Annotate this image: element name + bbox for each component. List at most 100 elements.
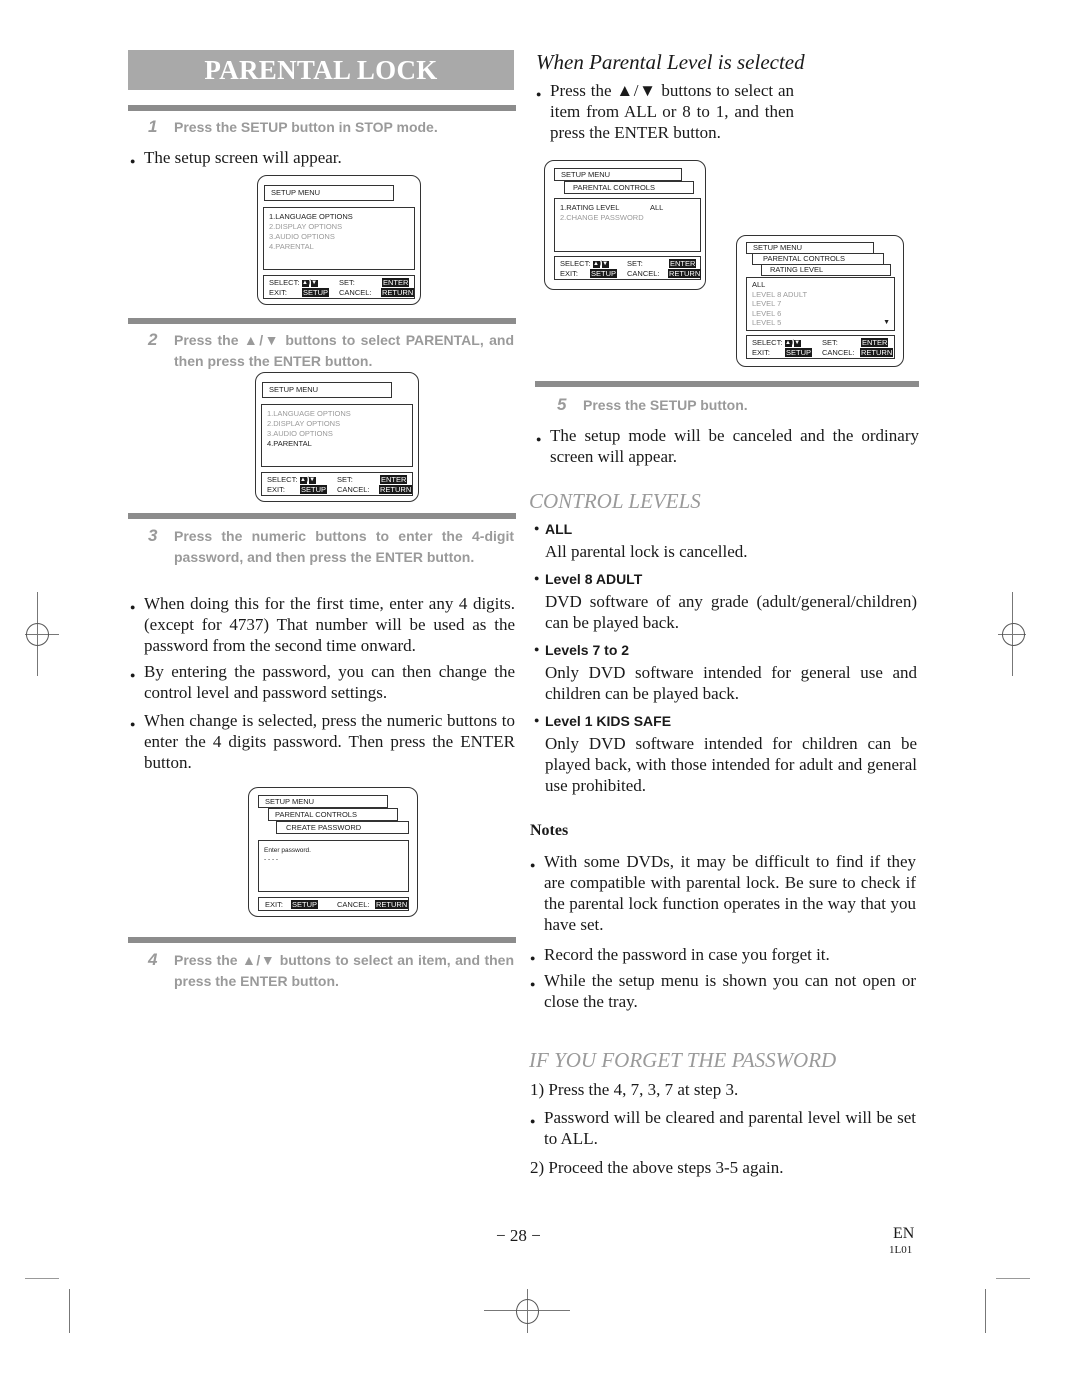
set-label: SET: (627, 259, 643, 268)
rating-value: ALL (650, 203, 664, 212)
section-divider (128, 513, 516, 519)
osd-menu-item[interactable]: 2.CHANGE PASSWORD (560, 213, 644, 223)
page-title: PARENTAL LOCK (128, 50, 514, 90)
section-divider (128, 937, 516, 943)
exit-label: EXIT: (560, 269, 578, 278)
forget-step-1: 1) Press the 4, 7, 3, 7 at step 3. (530, 1080, 739, 1099)
select-label: SELECT: (267, 475, 298, 484)
forget-step-2: 2) Proceed the above steps 3-5 again. (530, 1158, 784, 1177)
down-arrow-icon: ▼ (793, 339, 801, 347)
step-3: 3 Press the numeric buttons to enter the… (148, 525, 514, 589)
return-key: RETURN (860, 348, 894, 357)
bullet-icon: ● (534, 715, 540, 725)
osd-rating-level: SETUP MENU PARENTAL CONTROLS RATING LEVE… (736, 235, 904, 367)
osd-setup-menu-2: SETUP MENU 1.LANGUAGE OPTIONS 2.DISPLAY … (255, 372, 419, 502)
exit-label: EXIT: (269, 288, 287, 297)
osd-level-item[interactable]: ALL (752, 280, 765, 290)
bullet-icon: ● (530, 979, 536, 989)
level-description: DVD software of any grade (adult/general… (545, 592, 917, 632)
step-2: 2 Press the ▲/▼ buttons to select PARENT… (148, 329, 518, 373)
section-divider (128, 318, 516, 324)
section-divider (128, 105, 516, 111)
osd-tab: PARENTAL CONTROLS (268, 808, 398, 821)
crop-mark (69, 1289, 70, 1333)
bullet-icon: ● (130, 670, 136, 680)
level-name: ALL (545, 521, 573, 537)
osd-menu-item[interactable]: 3.AUDIO OPTIONS (267, 429, 333, 439)
forget-password-heading: IF YOU FORGET THE PASSWORD (529, 1048, 837, 1072)
osd-footer: SELECT: ▲/▼ SET: ENTER EXIT: SETUP CANCE… (746, 335, 895, 359)
osd-menu-item[interactable]: 4.PARENTAL (269, 242, 314, 252)
osd-footer: SELECT: ▲/▼ SET: ENTER EXIT: SETUP CANCE… (554, 256, 702, 280)
cancel-label: CANCEL: (627, 269, 660, 278)
osd-menu-item[interactable]: 1.RATING LEVEL ALL (560, 203, 663, 213)
osd-tab: SETUP MENU (258, 795, 388, 808)
select-label: SELECT: (752, 338, 783, 347)
osd-level-item[interactable]: LEVEL 7 (752, 299, 781, 309)
osd-tab: PARENTAL CONTROLS (564, 181, 694, 194)
document-code: 1L01 (889, 1244, 913, 1256)
osd-footer: EXIT: SETUP CANCEL: RETURN (258, 897, 409, 911)
setup-key: SETUP (291, 899, 319, 909)
osd-menu-item[interactable]: 1.LANGUAGE OPTIONS (269, 212, 353, 222)
exit-label: EXIT: (267, 485, 285, 494)
osd-menu-list: 1.LANGUAGE OPTIONS 2.DISPLAY OPTIONS 3.A… (263, 207, 415, 270)
osd-tab: SETUP MENU (554, 168, 682, 181)
language-code: EN (893, 1225, 915, 1242)
osd-create-password: SETUP MENU PARENTAL CONTROLS CREATE PASS… (248, 787, 418, 917)
exit-label: EXIT: (752, 348, 770, 357)
level-8-adult: ● Level 8 ADULT DVD software of any grad… (534, 571, 919, 635)
osd-menu-item[interactable]: 4.PARENTAL (267, 439, 312, 449)
step-number: 1 (148, 117, 158, 136)
down-arrow-icon: ▼ (601, 260, 609, 268)
osd-level-item[interactable]: LEVEL 8 ADULT (752, 290, 807, 300)
osd-menu-item[interactable]: 1.LANGUAGE OPTIONS (267, 409, 351, 419)
up-arrow-icon: ▲ (784, 339, 792, 347)
level-name: Levels 7 to 2 (545, 642, 630, 658)
step-4: 4 Press the ▲/▼ buttons to select an ite… (148, 949, 518, 993)
step-text: Press the SETUP button in STOP mode. (174, 119, 438, 135)
up-arrow-icon: ▲ (301, 279, 309, 287)
return-key: RETURN (375, 899, 409, 909)
osd-setup-menu-1: SETUP MENU 1.LANGUAGE OPTIONS 2.DISPLAY … (257, 175, 421, 305)
setup-key: SETUP (302, 288, 330, 297)
step-3-note: ● By entering the password, you can then… (130, 662, 515, 702)
osd-footer: SELECT: ▲/▼ SET: ENTER EXIT: SETUP CANCE… (263, 275, 415, 299)
intro-note: ● Press the ▲/▼ buttons to select an ite… (536, 81, 794, 142)
level-description: Only DVD software intended for general u… (545, 663, 917, 703)
exit-label: EXIT: (265, 899, 283, 909)
cancel-label: CANCEL: (339, 288, 372, 297)
level-name: Level 8 ADULT (545, 571, 643, 587)
osd-menu-item[interactable]: 2.DISPLAY OPTIONS (267, 419, 340, 429)
crop-mark (996, 1278, 1030, 1279)
osd-menu-item[interactable]: 2.DISPLAY OPTIONS (269, 222, 342, 232)
levels-7-to-2: ● Levels 7 to 2 Only DVD software intend… (534, 642, 919, 706)
bullet-icon: ● (536, 89, 542, 99)
level-description: All parental lock is cancelled. (545, 542, 748, 561)
level-1-kids-safe: ● Level 1 KIDS SAFE Only DVD software in… (534, 713, 919, 799)
step-3-note: ● When change is selected, press the num… (130, 711, 515, 772)
setup-key: SETUP (300, 485, 328, 494)
bullet-icon: ● (130, 602, 136, 612)
step-text: Press the ▲/▼ buttons to select an item,… (174, 952, 514, 989)
set-label: SET: (337, 475, 353, 484)
osd-footer: SELECT: ▲/▼ SET: ENTER EXIT: SETUP CANCE… (261, 472, 413, 496)
password-field[interactable]: - - - - (264, 855, 278, 865)
step-text: Press the SETUP button. (583, 397, 748, 413)
osd-header: SETUP MENU (262, 382, 392, 398)
level-all: ● ALL All parental lock is cancelled. (534, 521, 919, 565)
level-name: Level 1 KIDS SAFE (545, 713, 672, 729)
crop-mark (985, 1289, 986, 1333)
cancel-label: CANCEL: (337, 485, 370, 494)
osd-level-item[interactable]: LEVEL 6 (752, 309, 781, 319)
enter-key: ENTER (861, 338, 889, 347)
step-number: 5 (557, 395, 567, 414)
osd-level-item[interactable]: LEVEL 5 (752, 318, 781, 328)
select-label: SELECT: (269, 278, 300, 287)
cancel-label: CANCEL: (337, 899, 370, 909)
step-1-note: ● The setup screen will appear. (130, 147, 515, 169)
cancel-label: CANCEL: (822, 348, 855, 357)
step-number: 4 (148, 950, 158, 969)
step-3-note: ● When doing this for the first time, en… (130, 594, 515, 655)
osd-menu-item[interactable]: 3.AUDIO OPTIONS (269, 232, 335, 242)
